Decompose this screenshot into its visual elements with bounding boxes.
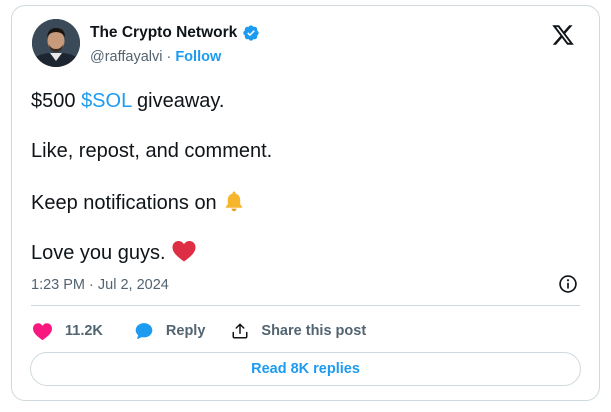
divider [31, 305, 580, 306]
share-button[interactable]: Share this post [231, 322, 366, 340]
info-icon[interactable] [558, 274, 578, 294]
reply-button[interactable]: Reply [134, 321, 206, 341]
share-label: Share this post [261, 323, 367, 339]
follow-button[interactable]: Follow [175, 49, 221, 65]
tweet-line-2: Like, repost, and comment. [31, 140, 273, 162]
author-handle[interactable]: @raffayalvi [90, 49, 162, 65]
author-name-row: The Crypto Network [90, 24, 260, 42]
tweet-card: The Crypto Network @raffayalvi · Follow $5… [11, 5, 600, 401]
bell-icon [225, 191, 242, 212]
like-heart-icon [33, 322, 52, 340]
read-replies-label: Read 8K replies [251, 361, 360, 377]
separator-dot: · [166, 49, 172, 65]
read-replies-button[interactable]: Read 8K replies [30, 352, 581, 386]
avatar[interactable] [32, 19, 80, 67]
tweet-line-4-text: Love you guys. [31, 242, 166, 264]
reply-bubble-icon [135, 323, 153, 340]
heart-icon [172, 241, 196, 262]
like-button[interactable]: 11.2K [32, 322, 103, 341]
author-name[interactable]: The Crypto Network [90, 24, 237, 42]
tweet-line-4: Love you guys. [31, 239, 197, 265]
tweet-line-1: $500 $SOL giveaway. [31, 89, 224, 113]
author-handle-row: @raffayalvi · Follow [90, 49, 221, 65]
tweet-line-1-suffix: giveaway. [131, 90, 225, 112]
tweet-line-1-prefix: $500 [31, 90, 82, 112]
tweet-line-3: Keep notifications on [31, 189, 246, 215]
tweet-timestamp[interactable]: 1:23 PM · Jul 2, 2024 [31, 277, 169, 293]
x-logo-icon[interactable] [551, 23, 575, 47]
verified-badge-icon [243, 25, 259, 41]
like-count: 11.2K [65, 323, 103, 339]
tweet-line-3-text: Keep notifications on [31, 192, 217, 214]
share-icon [232, 323, 248, 339]
action-bar: 11.2K Reply Share this post [31, 320, 366, 342]
reply-label: Reply [165, 323, 206, 339]
avatar-image [32, 19, 80, 67]
sol-cashtag-link[interactable]: $SOL [81, 90, 131, 112]
